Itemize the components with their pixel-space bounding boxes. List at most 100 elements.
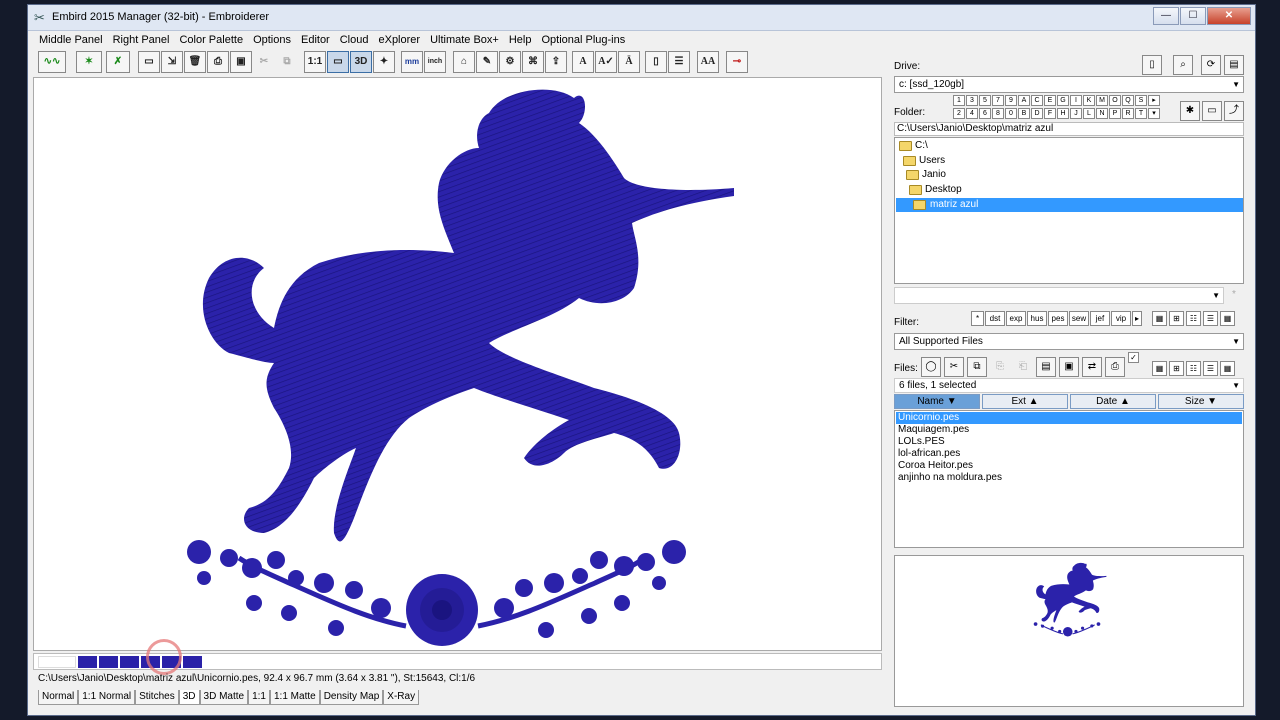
scissors-icon[interactable]: ✂ xyxy=(944,357,964,377)
file-row[interactable]: Maquiagem.pes xyxy=(896,424,1242,436)
text-outline-icon[interactable]: Ä xyxy=(618,51,640,73)
tab-x-ray[interactable]: X-Ray xyxy=(383,690,420,705)
filter-button-6[interactable]: jef xyxy=(1090,311,1110,326)
folder-key-row1-1[interactable]: 3 xyxy=(966,95,978,106)
menu-explorer[interactable]: eXplorer xyxy=(373,31,425,49)
folder-key-row1-5[interactable]: A xyxy=(1018,95,1030,106)
filter-button-5[interactable]: sew xyxy=(1069,311,1089,326)
files-view-icon-4[interactable]: ☰ xyxy=(1203,361,1218,376)
folder-key-row2-5[interactable]: B xyxy=(1018,108,1030,119)
zoom-icon[interactable]: ⌕ xyxy=(1173,55,1193,75)
units-mm-button[interactable]: mm xyxy=(401,51,423,73)
tab-3d[interactable]: 3D xyxy=(178,690,200,705)
folder-key-row2-11[interactable]: N xyxy=(1096,108,1108,119)
minimize-button[interactable]: — xyxy=(1153,7,1179,25)
monitor-view-icon[interactable]: ▭ xyxy=(327,51,349,73)
folder-key-row1-6[interactable]: C xyxy=(1031,95,1043,106)
folder-key-row1-7[interactable]: E xyxy=(1044,95,1056,106)
sewing-machine-icon[interactable]: ⚙ xyxy=(499,51,521,73)
menu-optional-plugins[interactable]: Optional Plug-ins xyxy=(536,31,630,49)
filter-button-0[interactable]: * xyxy=(971,311,984,326)
chevron-right-icon[interactable]: ▸ xyxy=(1132,311,1142,326)
export-icon[interactable]: ⎙ xyxy=(1105,357,1125,377)
color-swatch-background[interactable] xyxy=(38,656,76,668)
wand-cross-icon[interactable]: ✗ xyxy=(106,51,130,73)
print-icon[interactable]: ⎙ xyxy=(207,51,229,73)
folder-key-row1-0[interactable]: 1 xyxy=(953,95,965,106)
paste-icon[interactable]: ⎘ xyxy=(990,357,1010,377)
file-row[interactable]: anjinho na moldura.pes xyxy=(896,472,1242,484)
delete-icon[interactable]: 🗑 xyxy=(184,51,206,73)
folder-key-row2-6[interactable]: D xyxy=(1031,108,1043,119)
tree-node-c[interactable]: C:\ xyxy=(897,139,997,153)
tab-stitches[interactable]: Stitches xyxy=(135,690,179,705)
filter-grid-icon[interactable]: ▦ xyxy=(1220,311,1235,326)
folder-key-row1-9[interactable]: I xyxy=(1070,95,1082,106)
close-button[interactable]: ✕ xyxy=(1207,7,1251,25)
menu-middle-panel[interactable]: Middle Panel xyxy=(34,31,108,49)
save-disk-icon[interactable]: ▣ xyxy=(1059,357,1079,377)
zoom-1-1-button[interactable]: 1:1 xyxy=(304,51,326,73)
drive-select[interactable]: c: [ssd_120gb] ▼ xyxy=(894,76,1244,93)
files-view-icon-1[interactable]: ▦ xyxy=(1152,361,1167,376)
tab-density-map[interactable]: Density Map xyxy=(319,690,384,705)
folder-key-row1-12[interactable]: O xyxy=(1109,95,1121,106)
save-icon[interactable]: ▣ xyxy=(230,51,252,73)
menu-help[interactable]: Help xyxy=(504,31,537,49)
new-document-icon[interactable]: ▯ xyxy=(1142,55,1162,75)
rename-icon[interactable]: ⇄ xyxy=(1082,357,1102,377)
folder-key-row1-2[interactable]: 5 xyxy=(979,95,991,106)
folder-key-row2-13[interactable]: R xyxy=(1122,108,1134,119)
color-swatch-3[interactable] xyxy=(120,656,139,668)
stitch-tool-icon[interactable]: ✎ xyxy=(476,51,498,73)
filter-view-icon-1[interactable]: ▦ xyxy=(1152,311,1167,326)
realistic-view-icon[interactable]: ✦ xyxy=(373,51,395,73)
units-inch-button[interactable]: inch xyxy=(424,51,446,73)
embroidery-canvas[interactable] xyxy=(33,77,882,651)
folder-up-icon[interactable]: ⤴ xyxy=(1224,101,1244,121)
thread-icon[interactable]: ⌘ xyxy=(522,51,544,73)
filter-view-icon-3[interactable]: ☷ xyxy=(1186,311,1201,326)
view-3d-button[interactable]: 3D xyxy=(350,51,372,73)
menu-options[interactable]: Options xyxy=(248,31,296,49)
tree-node-matriz-azul[interactable]: matriz azul xyxy=(896,198,1243,212)
checkbox-icon[interactable]: ✓ xyxy=(1128,352,1139,363)
cut-icon[interactable]: ✂ xyxy=(253,51,275,73)
file-row[interactable]: LOLs.PES xyxy=(896,436,1242,448)
tab-normal[interactable]: Normal xyxy=(38,690,79,705)
column-size[interactable]: Size ▼ xyxy=(1158,394,1244,409)
folder-key-row1-13[interactable]: Q xyxy=(1122,95,1134,106)
folder-key-row2-1[interactable]: 4 xyxy=(966,108,978,119)
filter-button-2[interactable]: exp xyxy=(1006,311,1026,326)
folder-key-row2-7[interactable]: F xyxy=(1044,108,1056,119)
files-grid-icon[interactable]: ▦ xyxy=(1220,361,1235,376)
file-type-select[interactable]: All Supported Files ▼ xyxy=(894,333,1244,350)
file-row[interactable]: Unicornio.pes xyxy=(896,412,1242,424)
text-check-icon[interactable]: A✓ xyxy=(595,51,617,73)
chevron-down-icon[interactable]: ▾ xyxy=(1148,108,1160,119)
filter-button-1[interactable]: dst xyxy=(985,311,1005,326)
select-icon[interactable]: ◯ xyxy=(921,357,941,377)
tree-node-janio[interactable]: Janio xyxy=(904,168,1004,182)
column-ext[interactable]: Ext ▲ xyxy=(982,394,1068,409)
tab-3d-matte[interactable]: 3D Matte xyxy=(199,690,249,705)
files-view-icon-3[interactable]: ☷ xyxy=(1186,361,1201,376)
folder-key-row1-14[interactable]: S xyxy=(1135,95,1147,106)
filter-view-icon-2[interactable]: ⊞ xyxy=(1169,311,1184,326)
filter-button-4[interactable]: pes xyxy=(1048,311,1068,326)
folder-key-row2-12[interactable]: P xyxy=(1109,108,1121,119)
folder-key-row2-3[interactable]: 8 xyxy=(992,108,1004,119)
column-name[interactable]: Name ▼ xyxy=(894,394,980,409)
folder-key-row1-10[interactable]: K xyxy=(1083,95,1095,106)
settings-panel-icon[interactable]: ▤ xyxy=(1224,55,1244,75)
folder-key-row1-11[interactable]: M xyxy=(1096,95,1108,106)
hoop-icon[interactable]: ⌂ xyxy=(453,51,475,73)
tree-node-users[interactable]: Users xyxy=(901,154,1001,168)
text-font-icon[interactable]: A xyxy=(572,51,594,73)
tree-node-desktop[interactable]: Desktop xyxy=(907,183,1007,197)
maximize-button[interactable]: ☐ xyxy=(1180,7,1206,25)
color-swatch-2[interactable] xyxy=(99,656,118,668)
folder-key-row2-14[interactable]: T xyxy=(1135,108,1147,119)
aa-text-button[interactable]: AA xyxy=(697,51,719,73)
file-list[interactable]: Unicornio.pes Maquiagem.pes LOLs.PES lol… xyxy=(894,410,1244,548)
